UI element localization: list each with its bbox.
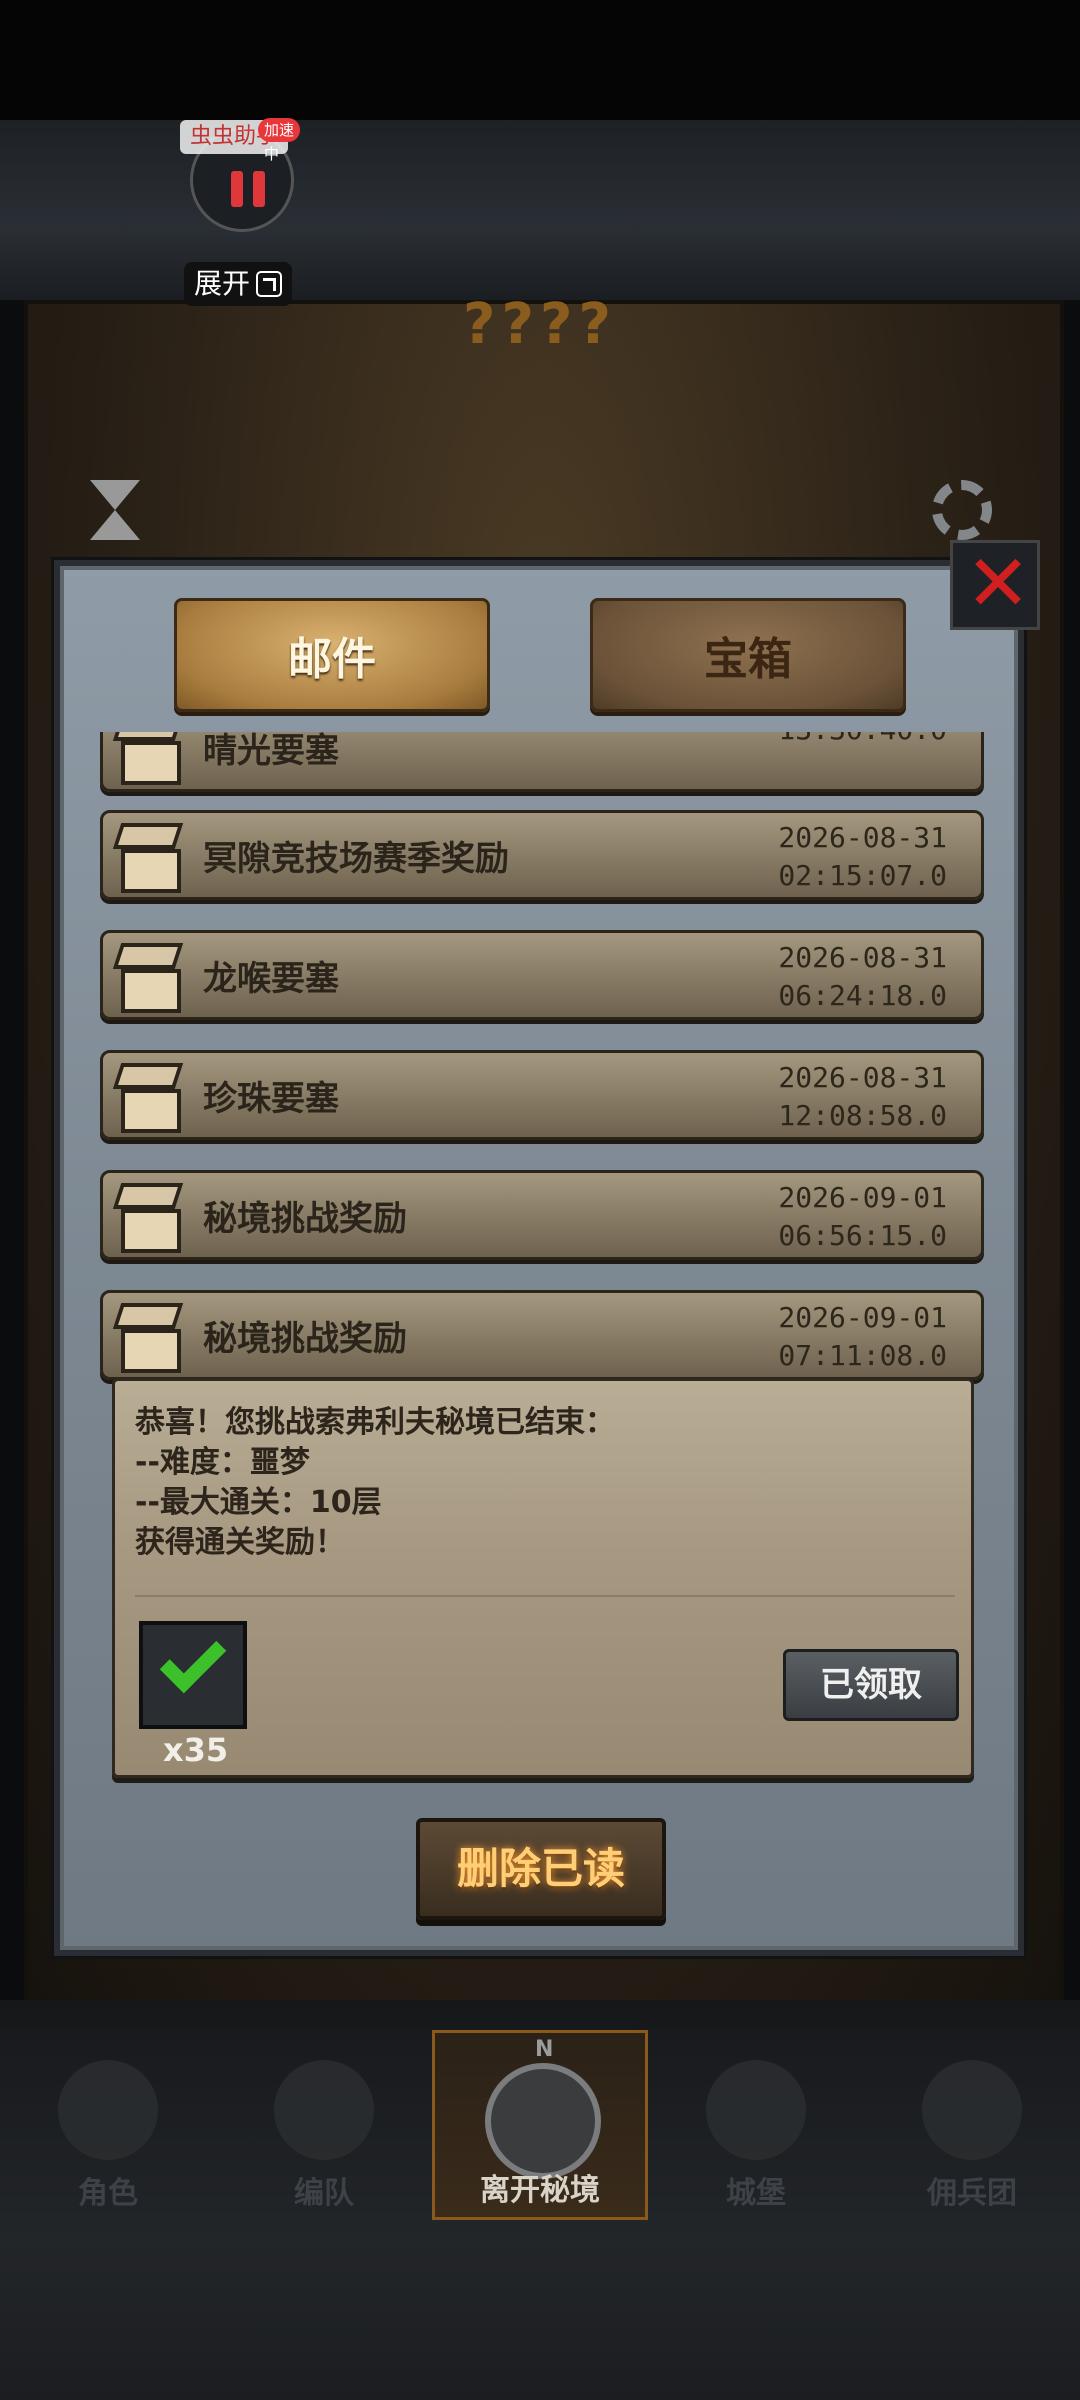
reward-item-slot[interactable] [139, 1621, 247, 1729]
gear-icon[interactable] [932, 480, 992, 540]
chest-icon [107, 939, 193, 1019]
mail-body-line: 获得通关奖励！ [135, 1525, 345, 1560]
nav-label: 编队 [294, 2176, 354, 2211]
claimed-button[interactable]: 已领取 [783, 1649, 959, 1721]
mail-time: 13:30:40.0 [778, 732, 947, 749]
mail-time: 06:24:18.0 [778, 979, 947, 1012]
delete-read-label: 删除已读 [456, 1844, 625, 1893]
ship-icon [922, 2060, 1022, 2160]
hourglass-icon[interactable] [90, 480, 140, 540]
reward-count: x35 [163, 1731, 229, 1769]
nav-item-character[interactable]: 角色 [0, 2030, 216, 2220]
mail-item[interactable]: 秘境挑战奖励 2026-09-01 06:56:15.0 [100, 1170, 984, 1260]
mail-body-line: 恭喜！您挑战索弗利夫秘境已结束： [135, 1405, 615, 1440]
pause-icon [231, 171, 267, 207]
knight-icon [58, 2060, 158, 2160]
chest-icon [107, 1059, 193, 1139]
chest-icon [107, 732, 193, 791]
mail-item[interactable]: 晴光要塞 13:30:40.0 [100, 732, 984, 792]
status-bar-area [0, 0, 1080, 120]
mail-time: 02:15:07.0 [778, 859, 947, 892]
mail-time: 07:11:08.0 [778, 1339, 947, 1372]
mail-title: 珍珠要塞 [203, 1079, 339, 1119]
mail-date: 2026-09-01 [778, 1301, 947, 1334]
tab-mail[interactable]: 邮件 [174, 598, 490, 712]
mail-time: 06:56:15.0 [778, 1219, 947, 1252]
mail-title: 冥隙竞技场赛季奖励 [203, 839, 509, 879]
nav-label: 佣兵团 [927, 2176, 1017, 2211]
compass-icon [485, 2063, 601, 2179]
page-title: ???? [463, 292, 617, 357]
close-icon: ✕ [965, 539, 1031, 629]
mail-item[interactable]: 珍珠要塞 2026-08-31 12:08:58.0 [100, 1050, 984, 1140]
bottom-nav: 角色 编队 N 离开秘境 城堡 佣兵团 [0, 2030, 1080, 2220]
nav-item-mercenary[interactable]: 佣兵团 [864, 2030, 1080, 2220]
status-badge: 加速中 [258, 118, 300, 163]
mail-content-panel: 恭喜！您挑战索弗利夫秘境已结束： --难度：噩梦 --最大通关：10层 获得通关… [112, 1378, 974, 1778]
mail-title: 秘境挑战奖励 [203, 1319, 407, 1359]
compass-north-label: N [535, 2037, 554, 2062]
mail-timestamp: 2026-08-31 02:15:07.0 [778, 819, 947, 895]
divider [135, 1595, 955, 1597]
mail-timestamp: 2026-08-31 06:24:18.0 [778, 939, 947, 1015]
nav-item-formation[interactable]: 编队 [216, 2030, 432, 2220]
mail-timestamp: 2026-08-31 12:08:58.0 [778, 1059, 947, 1135]
nav-item-castle[interactable]: 城堡 [648, 2030, 864, 2220]
mail-body-line: --最大通关：10层 [135, 1485, 382, 1520]
mail-timestamp: 13:30:40.0 [778, 732, 947, 749]
tab-chest[interactable]: 宝箱 [590, 598, 906, 712]
nav-label: 离开秘境 [480, 2173, 600, 2208]
mail-timestamp: 2026-09-01 06:56:15.0 [778, 1179, 947, 1255]
expand-label: 展开 [194, 267, 251, 300]
close-button[interactable]: ✕ [950, 540, 1040, 630]
mail-title: 晴光要塞 [203, 732, 339, 771]
mail-timestamp: 2026-09-01 07:11:08.0 [778, 1299, 947, 1375]
mail-item[interactable]: 冥隙竞技场赛季奖励 2026-08-31 02:15:07.0 [100, 810, 984, 900]
mail-date: 2026-09-01 [778, 1181, 947, 1214]
delete-read-button[interactable]: 删除已读 [416, 1818, 666, 1920]
mail-body-line: --难度：噩梦 [135, 1445, 310, 1480]
mail-item-expanded[interactable]: 秘境挑战奖励 2026-09-01 07:11:08.0 [100, 1290, 984, 1380]
expand-icon [256, 271, 283, 297]
mail-title: 秘境挑战奖励 [203, 1199, 407, 1239]
chest-icon [107, 1299, 193, 1379]
castle-icon [706, 2060, 806, 2160]
nav-item-leave-realm[interactable]: N 离开秘境 [432, 2030, 648, 2220]
helmet-icon [274, 2060, 374, 2160]
check-icon [159, 1626, 227, 1694]
chest-icon [107, 819, 193, 899]
mail-date: 2026-08-31 [778, 941, 947, 974]
chest-icon [107, 1179, 193, 1259]
header-band [0, 120, 1080, 300]
accelerator-widget[interactable]: 虫虫助手 加速中 [180, 118, 300, 240]
mail-time: 12:08:58.0 [778, 1099, 947, 1132]
mail-date: 2026-08-31 [778, 1061, 947, 1094]
mail-item[interactable]: 龙喉要塞 2026-08-31 06:24:18.0 [100, 930, 984, 1020]
mail-date: 2026-08-31 [778, 821, 947, 854]
nav-label: 城堡 [726, 2176, 786, 2211]
nav-label: 角色 [78, 2176, 138, 2211]
mail-list[interactable]: 晴光要塞 13:30:40.0 冥隙竞技场赛季奖励 2026-08-31 02:1… [100, 732, 984, 1402]
mail-title: 龙喉要塞 [203, 959, 339, 999]
expand-button[interactable]: 展开 [184, 262, 293, 306]
